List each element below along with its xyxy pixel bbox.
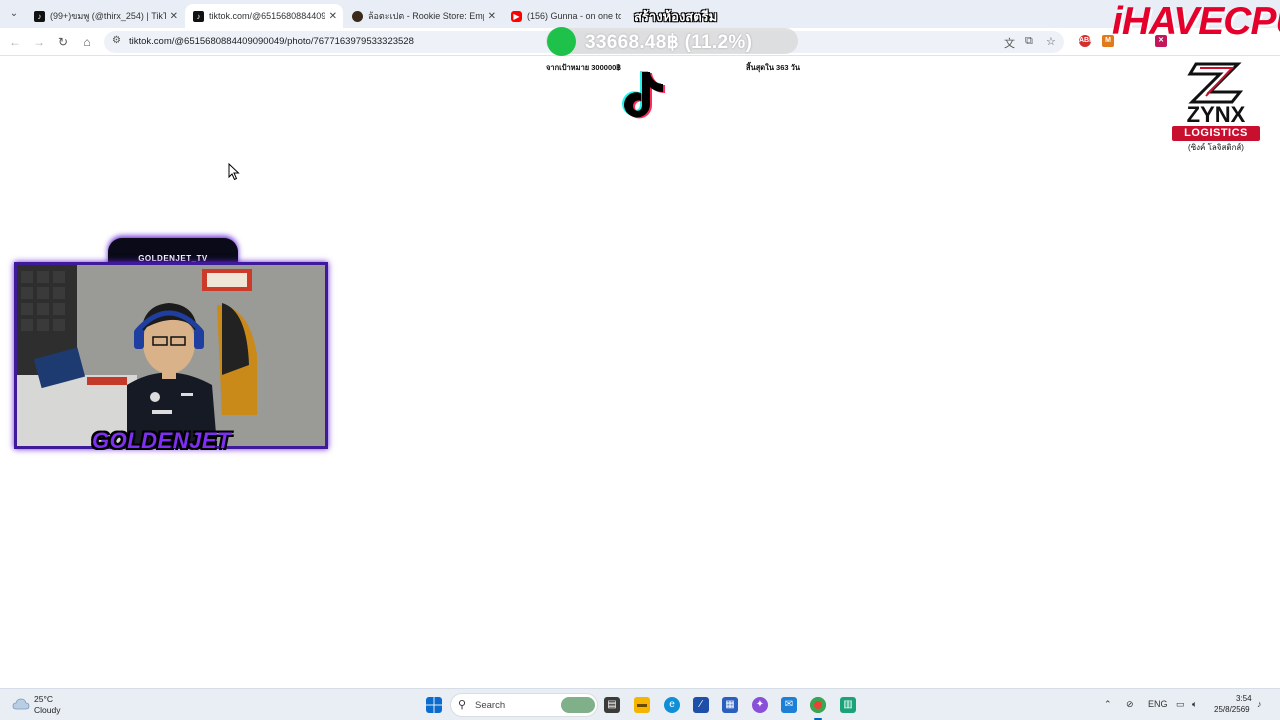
chevron-up-icon[interactable]: ⌃ xyxy=(1104,699,1112,710)
tab-youtube[interactable]: ▶ (156) Gunna - on one tonight xyxy=(503,4,627,28)
site-icon xyxy=(352,10,363,22)
tab-title: (156) Gunna - on one tonight xyxy=(527,11,621,21)
zynx-logo-name: ZYNX xyxy=(1186,102,1246,127)
notepad-icon[interactable]: ▥ xyxy=(840,697,856,713)
copilot-icon[interactable]: ✦ xyxy=(752,697,768,713)
tab-tiktok-profile[interactable]: ♪ (99+)ขมพู (@thirx_254) | TikTok ✕ xyxy=(26,4,184,28)
zynx-logo-thai: (ซิงค์ โลจิสติกส์) xyxy=(1188,143,1244,152)
tab-search-icon[interactable]: ⌄ xyxy=(6,6,22,22)
search-highlight-icon xyxy=(561,697,595,713)
url-text[interactable]: tiktok.com/@6515680884409090049/photo/76… xyxy=(129,36,414,47)
zynx-logo-tagline: LOGISTICS xyxy=(1172,126,1260,141)
volume-icon[interactable]: 🔈︎ xyxy=(1192,699,1197,710)
network-off-icon[interactable]: ⊘ xyxy=(1126,699,1134,710)
goal-caption-target: จากเป้าหมาย 300000฿ xyxy=(546,63,621,72)
close-icon[interactable]: ✕ xyxy=(329,11,337,22)
weather-temperature[interactable]: 25°C xyxy=(34,694,53,704)
adblock-extension-icon[interactable]: ABP xyxy=(1079,35,1094,47)
bookmark-star-icon[interactable]: ☆ xyxy=(1046,35,1056,48)
goal-amount: 33668.48฿ (11.2%) xyxy=(585,32,753,53)
tab-tiktok-photo[interactable]: ♪ tiktok.com/@6515680884409004 ✕ xyxy=(185,4,343,28)
youtube-icon: ▶ xyxy=(511,10,522,22)
close-icon[interactable]: ✕ xyxy=(488,11,496,22)
stream-room-banner: สร้างห้องสตรีม xyxy=(634,9,718,24)
display-icon[interactable]: ▭ xyxy=(1176,699,1185,710)
webcam-scene-image xyxy=(17,265,325,446)
webcam-streamer-name: GOLDENJET xyxy=(92,428,231,453)
goal-progress-fill xyxy=(547,27,576,56)
windows-taskbar: 25°C Cloudy ⚲ Search ▤ ▬ e ∕ ▦ ✦ ✉ ▥ ⌃ ⊘… xyxy=(0,688,1280,720)
close-icon[interactable]: ✕ xyxy=(170,11,178,22)
search-icon: ⚲ xyxy=(458,699,467,711)
translate-icon[interactable]: 文 xyxy=(1004,35,1015,51)
mouse-cursor-icon xyxy=(228,163,240,181)
webcam-feed xyxy=(14,262,328,449)
search-label: Search xyxy=(475,700,506,711)
install-app-icon[interactable]: ⧉ xyxy=(1025,35,1033,48)
forward-icon[interactable]: → xyxy=(31,34,47,50)
tiktok-logo-icon xyxy=(622,71,665,119)
screen: ⌄ ♪ (99+)ขมพู (@thirx_254) | TikTok ✕ ♪ … xyxy=(0,0,1280,720)
site-info-icon[interactable]: ⚙ xyxy=(112,35,121,46)
weather-description[interactable]: Cloudy xyxy=(34,705,60,715)
language-indicator[interactable]: ENG xyxy=(1148,699,1168,709)
outlook-icon[interactable]: ✉ xyxy=(781,697,797,713)
chrome-icon[interactable] xyxy=(810,697,826,713)
app-icon[interactable]: ∕ xyxy=(693,697,709,713)
tiktok-icon: ♪ xyxy=(193,10,204,22)
tab-title: tiktok.com/@6515680884409004 xyxy=(209,11,325,21)
goal-caption-remaining: สิ้นสุดใน 363 วัน xyxy=(746,63,800,72)
edge-icon[interactable]: e xyxy=(664,697,680,713)
reload-icon[interactable]: ↻ xyxy=(55,34,71,50)
tab-title: ล้อตะเปต - Rookie Store: Empowe xyxy=(368,11,484,21)
start-button-windows-icon[interactable] xyxy=(426,697,442,713)
file-explorer-icon[interactable]: ▬ xyxy=(634,697,650,713)
sponsor-logo: iHAVECPU xyxy=(1112,0,1280,43)
task-view-icon[interactable]: ▤ xyxy=(604,697,620,713)
tiktok-icon: ♪ xyxy=(34,10,45,22)
cloud-icon[interactable] xyxy=(12,697,30,711)
clock-time[interactable]: 3:54 xyxy=(1236,694,1252,703)
home-icon[interactable]: ⌂ xyxy=(79,34,95,50)
tab-title: (99+)ขมพู (@thirx_254) | TikTok xyxy=(50,11,166,21)
tab-rookie-store[interactable]: ล้อตะเปต - Rookie Store: Empowe ✕ xyxy=(344,4,502,28)
notification-bell-icon[interactable]: ♪ xyxy=(1257,699,1262,709)
back-icon[interactable]: ← xyxy=(7,34,23,50)
clock-date[interactable]: 25/8/2569 xyxy=(1214,705,1250,714)
taskbar-search-box[interactable]: ⚲ Search xyxy=(450,693,598,717)
store-icon[interactable]: ▦ xyxy=(722,697,738,713)
